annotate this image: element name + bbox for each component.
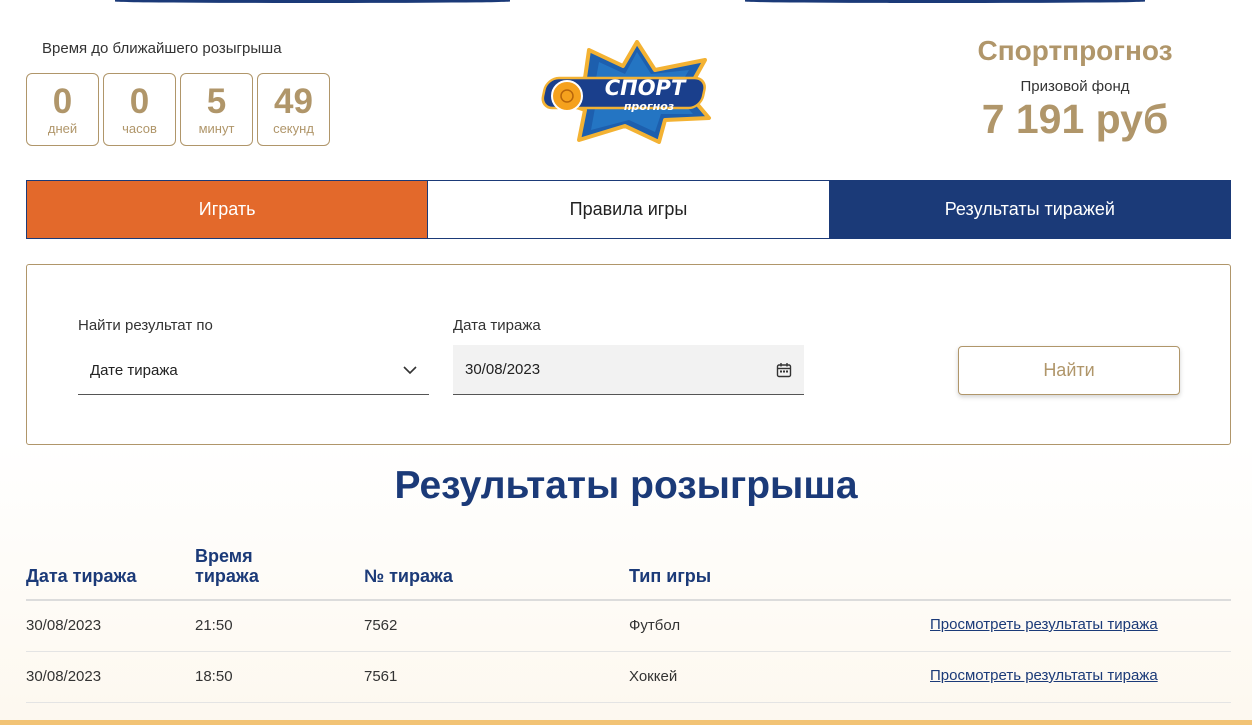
countdown-hours: 0 часов (103, 73, 176, 146)
countdown-value: 5 (206, 81, 227, 121)
table-row: 30/08/2023 18:50 7561 Хоккей Просмотреть… (26, 652, 1231, 703)
countdown-minutes: 5 минут (180, 73, 253, 146)
date-field[interactable] (453, 345, 804, 395)
cell-game-type: Хоккей (629, 668, 678, 685)
countdown-unit: часов (122, 120, 157, 136)
countdown-days: 0 дней (26, 73, 99, 146)
cell-number: 7562 (364, 617, 398, 634)
countdown-value: 0 (52, 81, 73, 121)
view-results-link[interactable]: Просмотреть результаты тиража (930, 601, 1158, 649)
date-field-label: Дата тиража (453, 317, 541, 334)
bottom-accent-bar (0, 720, 1252, 725)
column-header-number: № тиража (364, 566, 453, 586)
cell-game-type: Футбол (629, 617, 681, 634)
calendar-icon[interactable] (776, 362, 792, 378)
column-header-date: Дата тиража (26, 566, 137, 586)
cell-date: 30/08/2023 (26, 668, 102, 685)
table-row: 30/08/2023 21:50 7562 Футбол Просмотреть… (26, 601, 1231, 652)
countdown-value: 0 (129, 81, 150, 121)
countdown-value: 49 (274, 81, 313, 121)
main-tabs: Играть Правила игры Результаты тиражей (26, 180, 1231, 239)
countdown: 0 дней 0 часов 5 минут 49 секунд (26, 73, 330, 146)
view-results-link[interactable]: Просмотреть результаты тиража (930, 652, 1158, 700)
countdown-unit: дней (47, 120, 78, 136)
countdown-unit: секунд (273, 120, 314, 136)
search-panel: Найти результат по Дате тиража Дата тира… (26, 264, 1231, 445)
prize-game-title: Спортпрогноз (977, 35, 1173, 66)
results-title: Результаты розыгрыша (394, 464, 858, 507)
date-input[interactable] (465, 361, 665, 378)
find-button[interactable]: Найти (958, 346, 1180, 395)
logo-text-main: СПОРТ (605, 76, 687, 100)
tab-rules[interactable]: Правила игры (428, 180, 829, 239)
countdown-title: Время до ближайшего розыгрыша (42, 40, 282, 57)
chevron-down-icon (403, 366, 417, 375)
column-header-game-type: Тип игры (629, 566, 712, 586)
ball-icon (551, 80, 583, 112)
cell-date: 30/08/2023 (26, 617, 102, 634)
countdown-seconds: 49 секунд (257, 73, 330, 146)
countdown-unit: минут (198, 120, 235, 136)
top-decoration-right (745, 0, 1145, 3)
sportprognoz-logo[interactable]: СПОРТ прогноз (537, 40, 719, 144)
search-criteria-select[interactable]: Дате тиража (78, 347, 429, 395)
search-criteria-value: Дате тиража (90, 362, 178, 379)
top-decoration-left (115, 0, 510, 3)
prize-fund-label: Призовой фонд (1020, 78, 1130, 95)
column-header-time: Время тиража (195, 546, 259, 586)
prize-fund-value: 7 191 руб (981, 96, 1169, 142)
cell-number: 7561 (364, 668, 398, 685)
search-criteria-label: Найти результат по (78, 317, 213, 334)
cell-time: 18:50 (195, 668, 233, 685)
logo-text-sub: прогноз (624, 100, 674, 113)
tab-results[interactable]: Результаты тиражей (828, 180, 1231, 239)
cell-time: 21:50 (195, 617, 233, 634)
tab-play[interactable]: Играть (26, 180, 429, 239)
